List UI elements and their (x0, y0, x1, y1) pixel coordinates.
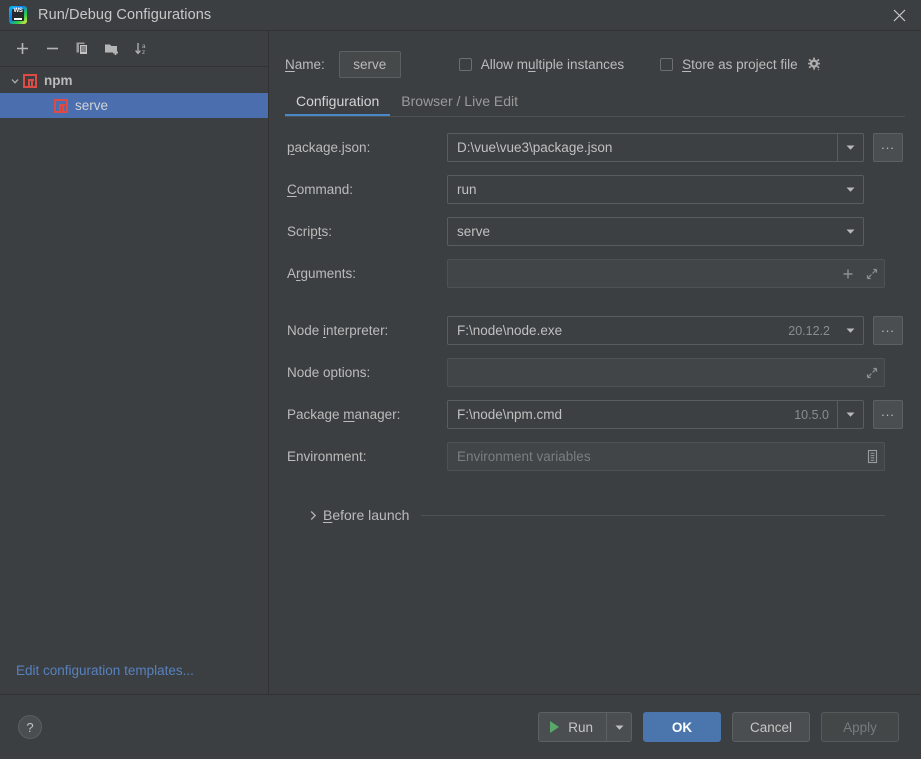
tree-item-serve[interactable]: serve (0, 93, 268, 118)
node-options-label: Node options: (287, 365, 371, 380)
name-label: Name: (285, 56, 325, 72)
editor-tabs: Configuration Browser / Live Edit (269, 83, 921, 116)
sort-alphabetically-icon[interactable]: a z (128, 36, 156, 62)
tab-browser-live-edit[interactable]: Browser / Live Edit (390, 93, 529, 116)
configurations-panel: a z npm serve Edit configuration templat… (0, 31, 269, 694)
field-row-package-json: package.json: D:\vue\vue3\package.json .… (287, 133, 903, 162)
name-row: Name: serve Allow multiple instances Sto… (269, 45, 921, 83)
node-interpreter-dropdown-icon[interactable] (838, 317, 863, 344)
store-as-project-file-label: Store as project file (682, 56, 798, 72)
chevron-down-icon[interactable] (6, 76, 23, 86)
scripts-select[interactable]: serve (447, 217, 864, 246)
before-launch-label[interactable]: Before launch (323, 507, 409, 523)
environment-input[interactable]: Environment variables (447, 442, 885, 471)
name-input[interactable]: serve (338, 50, 401, 78)
left-panel-footer: Edit configuration templates... (0, 647, 268, 694)
run-debug-configurations-dialog: WS Run/Debug Configurations a z npm serv… (0, 0, 921, 759)
dialog-button-bar: ? Run OK Cancel Apply (0, 694, 921, 759)
add-configuration-button[interactable] (8, 36, 36, 62)
gear-icon[interactable] (807, 57, 822, 72)
command-dropdown-icon[interactable] (838, 176, 863, 203)
tree-group-npm[interactable]: npm (0, 68, 268, 93)
node-interpreter-browse-button[interactable]: ... (873, 316, 903, 345)
package-manager-label: Package manager: (287, 407, 401, 422)
run-dropdown-icon[interactable] (606, 713, 631, 741)
arguments-input[interactable] (447, 259, 885, 288)
package-json-browse-button[interactable]: ... (873, 133, 903, 162)
environment-variables-icon[interactable] (860, 443, 884, 470)
npm-icon (23, 73, 37, 88)
configurations-toolbar: a z (0, 31, 268, 67)
package-manager-dropdown-icon[interactable] (837, 401, 863, 428)
before-launch-divider (421, 514, 885, 516)
package-json-value: D:\vue\vue3\package.json (457, 140, 613, 155)
field-row-command: Command: run (287, 175, 903, 204)
package-json-label: package.json: (287, 140, 371, 155)
arguments-expand-icon[interactable] (860, 260, 884, 287)
field-row-node-options: Node options: (287, 358, 903, 387)
apply-button: Apply (821, 712, 899, 742)
package-manager-version: 10.5.0 (794, 407, 829, 422)
remove-configuration-button[interactable] (38, 36, 66, 62)
node-interpreter-select[interactable]: F:\node\node.exe 20.12.2 (447, 316, 864, 345)
field-row-scripts: Scripts: serve (287, 217, 903, 246)
window-title: Run/Debug Configurations (38, 7, 212, 23)
node-options-input[interactable] (447, 358, 885, 387)
help-button[interactable]: ? (18, 715, 42, 739)
arguments-add-icon[interactable] (836, 260, 860, 287)
scripts-label: Scripts: (287, 224, 333, 239)
command-select[interactable]: run (447, 175, 864, 204)
node-options-expand-icon[interactable] (860, 359, 884, 386)
cancel-button[interactable]: Cancel (732, 712, 810, 742)
package-json-dropdown-icon[interactable] (837, 134, 863, 161)
configuration-editor-panel: Name: serve Allow multiple instances Sto… (269, 31, 921, 694)
copy-configuration-icon[interactable] (68, 36, 96, 62)
run-split-button[interactable]: Run (538, 712, 632, 742)
configurations-tree[interactable]: npm serve (0, 67, 268, 647)
field-row-node-interpreter: Node interpreter: F:\node\node.exe 20.12… (287, 316, 903, 345)
package-json-input[interactable]: D:\vue\vue3\package.json (447, 133, 864, 162)
package-manager-select[interactable]: F:\node\npm.cmd 10.5.0 (447, 400, 864, 429)
before-launch-section[interactable]: Before launch (287, 497, 903, 523)
dialog-body: a z npm serve Edit configuration templat… (0, 31, 921, 694)
scripts-value: serve (457, 224, 491, 239)
run-button-label: Run (568, 719, 593, 735)
node-interpreter-label: Node interpreter: (287, 323, 389, 338)
close-icon[interactable] (877, 0, 921, 30)
command-label: Command: (287, 182, 354, 197)
field-row-environment: Environment: Environment variables (287, 442, 903, 471)
new-folder-icon[interactable] (98, 36, 126, 62)
webstorm-logo-icon: WS (9, 6, 27, 24)
svg-text:z: z (142, 49, 145, 56)
allow-multiple-instances-label: Allow multiple instances (480, 56, 625, 72)
scripts-dropdown-icon[interactable] (838, 218, 863, 245)
tab-configuration[interactable]: Configuration (285, 93, 391, 116)
play-icon (550, 721, 560, 733)
node-interpreter-version: 20.12.2 (788, 323, 830, 338)
chevron-right-icon[interactable] (305, 510, 321, 521)
run-button[interactable]: Run (539, 713, 606, 741)
title-bar: WS Run/Debug Configurations (0, 0, 921, 31)
environment-label: Environment: (287, 449, 367, 464)
store-as-project-file-checkbox[interactable]: Store as project file (660, 57, 798, 72)
arguments-label: Arguments: (287, 266, 357, 281)
edit-configuration-templates-link[interactable]: Edit configuration templates... (16, 663, 194, 678)
tree-group-label: npm (44, 73, 73, 88)
configuration-form: package.json: D:\vue\vue3\package.json .… (269, 117, 921, 694)
field-row-arguments: Arguments: (287, 259, 903, 288)
field-row-package-manager: Package manager: F:\node\npm.cmd 10.5.0 … (287, 400, 903, 429)
checkbox-box (458, 57, 472, 71)
ok-button[interactable]: OK (643, 712, 721, 742)
node-interpreter-value: F:\node\node.exe (457, 323, 563, 338)
allow-multiple-instances-checkbox[interactable]: Allow multiple instances (458, 56, 625, 72)
checkbox-box (660, 57, 674, 71)
npm-icon (54, 98, 68, 113)
command-value: run (457, 182, 477, 197)
tree-item-label: serve (75, 98, 109, 113)
environment-placeholder: Environment variables (457, 449, 591, 464)
package-manager-value: F:\node\npm.cmd (457, 407, 563, 422)
package-manager-browse-button[interactable]: ... (873, 400, 903, 429)
